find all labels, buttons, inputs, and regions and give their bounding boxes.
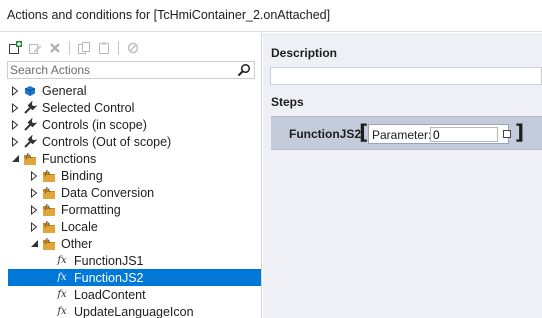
tree-item-label: FunctionJS2 (74, 270, 144, 285)
tree-item-locale[interactable]: fx Locale (0, 218, 262, 235)
tree-item-functionjs1[interactable]: fx FunctionJS1 (0, 252, 262, 269)
tree-item-controls-in-scope[interactable]: Controls (in scope) (0, 116, 262, 133)
tree-item-binding[interactable]: fx Binding (0, 167, 262, 184)
actions-toolbar (6, 39, 142, 57)
parameter-options-button[interactable] (503, 130, 511, 138)
function-folder-icon: fx (42, 220, 56, 234)
function-icon: fx (57, 272, 67, 283)
tree-item-functionjs2[interactable]: fx FunctionJS2 (8, 269, 261, 286)
expand-arrow-icon[interactable] (29, 204, 39, 215)
expand-arrow-icon[interactable] (10, 102, 20, 113)
expand-arrow-icon[interactable] (10, 136, 20, 147)
parameter-box: Parameter: (368, 124, 511, 144)
function-folder-icon: fx (42, 237, 56, 251)
svg-text:fx: fx (44, 238, 51, 245)
function-folder-icon: fx (23, 152, 37, 166)
description-label: Description (271, 46, 338, 60)
edit-icon[interactable] (26, 39, 44, 57)
actions-tree: General Selected Control Controls (in sc… (0, 82, 262, 318)
actions-pane: General Selected Control Controls (in sc… (0, 33, 262, 318)
function-icon: fx (57, 289, 67, 300)
tree-item-label: Formatting (61, 202, 121, 217)
tree-item-label: General (42, 83, 87, 98)
tree-item-label: Selected Control (42, 100, 135, 115)
function-icon: fx (57, 306, 67, 317)
expand-arrow-icon[interactable] (10, 119, 20, 130)
function-folder-icon: fx (42, 186, 56, 200)
tree-item-label: Other (61, 236, 93, 251)
step-close-bracket: ] (515, 120, 525, 144)
tree-item-functions[interactable]: fx Functions (0, 150, 262, 167)
parameter-input[interactable] (430, 127, 498, 142)
svg-text:fx: fx (44, 187, 51, 194)
toolbar-separator (69, 41, 70, 55)
tree-item-label: Controls (Out of scope) (42, 134, 172, 149)
steps-label: Steps (271, 95, 304, 109)
wrench-icon (23, 117, 37, 132)
dialog-title: Actions and conditions for [TcHmiContain… (7, 8, 331, 22)
svg-text:fx: fx (44, 221, 51, 228)
tree-item-controls-out-of-scope[interactable]: Controls (Out of scope) (0, 133, 262, 150)
tree-item-selected-control[interactable]: Selected Control (0, 99, 262, 116)
tree-item-other[interactable]: fx Other (0, 235, 262, 252)
function-folder-icon: fx (42, 169, 56, 183)
add-icon[interactable] (6, 39, 24, 57)
tree-item-updatelanguageicon[interactable]: fx UpdateLanguageIcon (0, 303, 262, 318)
tree-item-label: UpdateLanguageIcon (74, 304, 194, 318)
description-field[interactable] (270, 67, 542, 85)
expand-arrow-icon[interactable] (29, 221, 39, 232)
tree-item-label: Data Conversion (61, 185, 155, 200)
delete-icon[interactable] (46, 39, 64, 57)
tree-item-label: Binding (61, 168, 103, 183)
step-item[interactable]: FunctionJS2 [ Parameter: ] (271, 116, 542, 150)
tree-item-label: FunctionJS1 (74, 253, 144, 268)
parameter-label: Parameter: (372, 128, 432, 142)
svg-text:fx: fx (44, 170, 51, 177)
search-icon[interactable] (237, 63, 251, 77)
svg-text:fx: fx (44, 204, 51, 211)
wrench-icon (23, 134, 37, 149)
toolbar-separator (118, 41, 119, 55)
wrench-icon (23, 100, 37, 115)
svg-text:fx: fx (25, 153, 32, 160)
tree-item-general[interactable]: General (0, 82, 262, 99)
tree-item-label: Controls (in scope) (42, 117, 147, 132)
expand-arrow-icon[interactable] (10, 85, 20, 96)
cube-icon (23, 84, 37, 98)
tree-item-data-conversion[interactable]: fx Data Conversion (0, 184, 262, 201)
tree-item-formatting[interactable]: fx Formatting (0, 201, 262, 218)
step-open-bracket: [ (359, 120, 369, 144)
tree-item-label: LoadContent (74, 287, 146, 302)
step-function-name: FunctionJS2 (289, 127, 362, 141)
collapse-arrow-icon[interactable] (10, 154, 20, 164)
tree-item-loadcontent[interactable]: fx LoadContent (0, 286, 262, 303)
tree-item-label: Functions (42, 151, 97, 166)
search-box (7, 61, 255, 79)
expand-arrow-icon[interactable] (29, 187, 39, 198)
function-icon: fx (57, 255, 67, 266)
details-pane: Description Steps FunctionJS2 [ Paramete… (263, 33, 542, 318)
link-icon[interactable] (124, 39, 142, 57)
function-folder-icon: fx (42, 203, 56, 217)
paste-icon[interactable] (95, 39, 113, 57)
copy-icon[interactable] (75, 39, 93, 57)
expand-arrow-icon[interactable] (29, 170, 39, 181)
search-input[interactable] (8, 62, 234, 78)
tree-item-label: Locale (61, 219, 98, 234)
collapse-arrow-icon[interactable] (29, 239, 39, 249)
dialog-title-bar: Actions and conditions for [TcHmiContain… (0, 0, 542, 32)
